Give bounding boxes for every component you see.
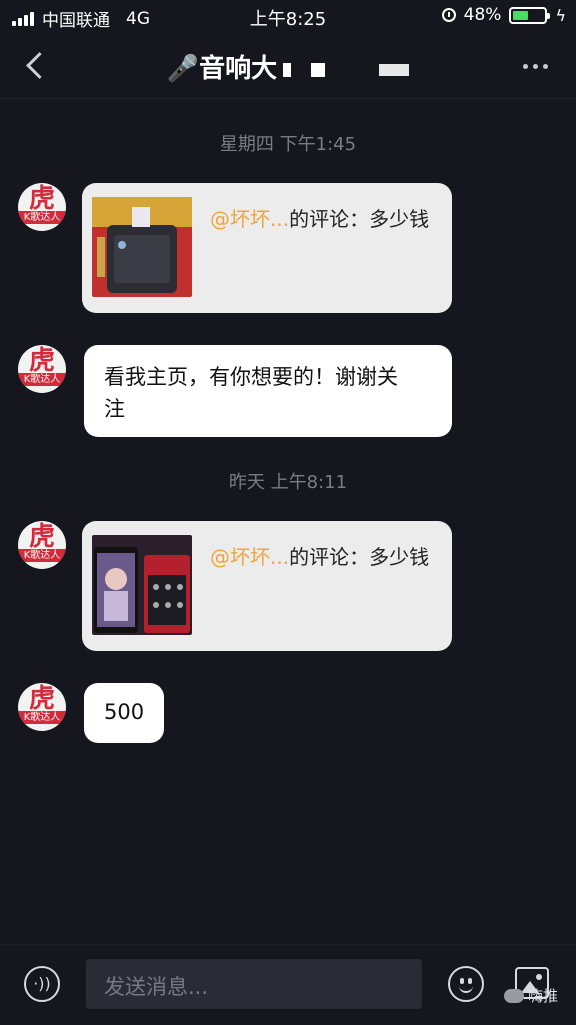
battery-percent: 48% — [463, 5, 502, 25]
voice-button[interactable]: ·)) — [24, 966, 60, 1002]
avatar[interactable]: 虎 K歌达人 — [18, 183, 66, 231]
comment-card[interactable]: @坏坏...的评论：多少钱 — [82, 521, 452, 651]
watermark-text: 嗨推 — [528, 987, 559, 1005]
avatar-logo-glyph: 虎 — [28, 684, 55, 714]
timestamp: 昨天 上午8:11 — [228, 472, 348, 493]
video-thumbnail[interactable] — [92, 197, 192, 297]
redacted-block — [379, 63, 410, 76]
mention-user[interactable]: @坏坏... — [210, 545, 289, 569]
comment-body: 的评论：多少钱 — [289, 207, 430, 231]
avatar-logo-text: K歌达人 — [18, 373, 66, 386]
chat-title-text: 🎤音响大 — [166, 54, 278, 84]
chat-title: 🎤音响大 — [0, 48, 576, 85]
more-dots-icon — [523, 64, 528, 69]
redacted-block — [283, 62, 292, 77]
emoji-button[interactable] — [448, 966, 484, 1002]
comment-card[interactable]: @坏坏...的评论：多少钱 — [82, 183, 452, 313]
voice-icon: ·)) — [33, 974, 51, 993]
message-input[interactable]: 发送消息... — [86, 959, 422, 1009]
status-bar: 中国联通 4G 上午8:25 48% ϟ — [0, 0, 576, 34]
nav-bar: 🎤音响大 — [0, 34, 576, 99]
input-bar: ·)) 发送消息... — [0, 944, 576, 1025]
avatar-logo-text: K歌达人 — [18, 549, 66, 562]
avatar[interactable]: 虎 K歌达人 — [18, 683, 66, 731]
message-line: 看我主页，有你想要的！谢谢关 — [104, 365, 398, 389]
avatar-logo-glyph: 虎 — [28, 522, 55, 552]
avatar[interactable]: 虎 K歌达人 — [18, 345, 66, 393]
wechat-icon — [504, 988, 524, 1003]
alarm-icon — [441, 8, 456, 22]
charging-icon: ϟ — [555, 5, 566, 25]
emoji-icon — [459, 983, 473, 993]
message-line: 注 — [104, 397, 125, 421]
battery-icon — [509, 6, 551, 24]
comment-text: @坏坏...的评论：多少钱 — [210, 541, 440, 573]
more-button[interactable] — [523, 64, 548, 69]
avatar[interactable]: 虎 K歌达人 — [18, 521, 66, 569]
mention-user[interactable]: @坏坏... — [210, 207, 289, 231]
input-placeholder: 发送消息... — [104, 975, 209, 999]
comment-body: 的评论：多少钱 — [289, 545, 430, 569]
timestamp: 星期四 下午1:45 — [219, 134, 357, 155]
redacted-block — [311, 62, 326, 77]
avatar-logo-text: K歌达人 — [18, 711, 66, 724]
message-bubble[interactable]: 看我主页，有你想要的！谢谢关 注 — [84, 345, 452, 437]
comment-text: @坏坏...的评论：多少钱 — [210, 203, 440, 235]
status-right: 48% ϟ — [441, 5, 566, 25]
avatar-logo-glyph: 虎 — [28, 346, 55, 376]
watermark: 嗨推 — [504, 985, 558, 1006]
message-bubble[interactable]: 500 — [84, 683, 164, 743]
video-thumbnail[interactable] — [92, 535, 192, 635]
message-text: 500 — [104, 700, 145, 724]
avatar-logo-glyph: 虎 — [28, 184, 55, 214]
avatar-logo-text: K歌达人 — [18, 211, 66, 224]
message-text: 看我主页，有你想要的！谢谢关 注 — [104, 361, 398, 425]
